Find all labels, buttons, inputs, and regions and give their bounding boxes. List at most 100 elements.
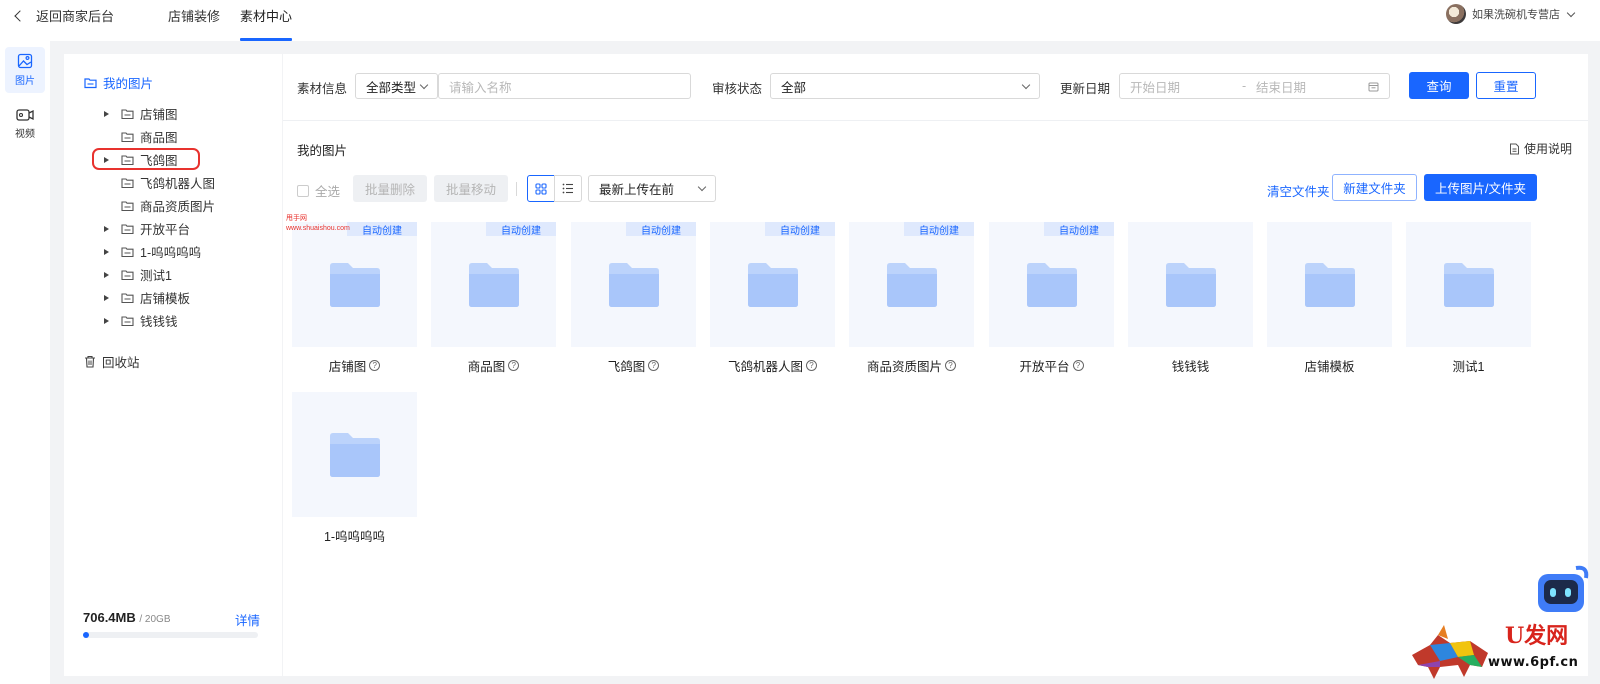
tree-node-label: 测试1 <box>140 269 172 283</box>
folder-thumbnail[interactable] <box>292 392 417 517</box>
material-name-placeholder: 请输入名称 <box>449 80 512 95</box>
sort-select[interactable]: 最新上传在前 <box>588 175 716 202</box>
storage-total: / 20GB <box>139 614 171 625</box>
folder-card[interactable]: 自动创建 飞鸽机器人图? <box>710 222 835 375</box>
auto-created-badge: 自动创建 <box>1044 222 1114 237</box>
folder-card[interactable]: 自动创建 商品资质图片? <box>849 222 974 375</box>
grid-view-button[interactable] <box>527 175 555 202</box>
folder-name-row: 飞鸽图? <box>571 356 696 375</box>
folder-card[interactable]: 1-呜呜呜呜 <box>292 392 417 545</box>
tree-node-shop-template[interactable]: 店铺模板 <box>104 288 190 307</box>
rail-item-images[interactable]: 图片 <box>5 47 45 93</box>
back-label: 返回商家后台 <box>36 9 115 24</box>
tree-node-open-platform[interactable]: 开放平台 <box>104 219 190 238</box>
batch-delete-button[interactable]: 批量删除 <box>353 175 427 202</box>
tree-root-label: 我的图片 <box>103 77 154 91</box>
assistant-bot-icon[interactable] <box>1532 562 1592 622</box>
tree-node-feige-robot-images[interactable]: 飞鸽机器人图 <box>104 173 215 192</box>
back-to-merchant-button[interactable]: 返回商家后台 <box>14 6 115 25</box>
expand-arrow-icon[interactable] <box>104 110 109 117</box>
folder-thumbnail[interactable]: 自动创建 <box>710 222 835 347</box>
expand-arrow-icon[interactable] <box>104 271 109 278</box>
rail-label-videos: 视频 <box>15 129 35 140</box>
watermark-small: 甩手网 www.shuaishou.com <box>286 214 350 234</box>
question-mark-icon[interactable]: ? <box>806 360 817 371</box>
recycle-bin[interactable]: 回收站 <box>84 352 140 371</box>
folder-card[interactable]: 自动创建开放平台? <box>989 222 1114 375</box>
rail-item-videos[interactable]: 视频 <box>5 101 45 147</box>
expand-arrow-icon[interactable] <box>104 248 109 255</box>
image-icon <box>17 53 33 69</box>
tree-node-shop-images[interactable]: 店铺图 <box>104 104 178 123</box>
new-folder-button[interactable]: 新建文件夹 <box>1332 174 1417 201</box>
left-rail: 图片 视频 <box>0 41 50 684</box>
folder-card[interactable]: 店铺模板 <box>1267 222 1392 375</box>
chevron-down-icon <box>419 80 429 90</box>
chevron-down-icon <box>697 182 707 192</box>
list-icon <box>562 183 573 194</box>
expand-arrow-icon[interactable] <box>104 225 109 232</box>
folder-thumbnail[interactable]: 自动创建 <box>292 222 417 347</box>
batch-move-button[interactable]: 批量移动 <box>434 175 508 202</box>
video-icon <box>16 109 34 121</box>
expand-arrow-icon[interactable] <box>104 317 109 324</box>
auto-created-badge: 自动创建 <box>626 222 696 237</box>
tree-node-test1[interactable]: 测试1 <box>104 265 172 284</box>
question-mark-icon[interactable]: ? <box>369 360 381 371</box>
usage-guide-label: 使用说明 <box>1523 142 1572 156</box>
storage-usage: 706.4MB / 20GB 详情 <box>83 610 260 638</box>
auto-created-badge: 自动创建 <box>347 222 417 237</box>
folder-thumbnail[interactable]: 自动创建 <box>849 222 974 347</box>
folder-name: 1-呜呜呜呜 <box>323 530 386 544</box>
folder-card[interactable]: 自动创建飞鸽图? <box>571 222 696 375</box>
date-range-picker[interactable]: 开始日期 - 结束日期 <box>1119 73 1390 99</box>
folder-card[interactable]: 自动创建 店铺图? <box>292 222 417 375</box>
clear-folder-link[interactable]: 清空文件夹 <box>1267 181 1330 200</box>
question-mark-icon[interactable]: ? <box>1072 360 1084 371</box>
folder-thumbnail[interactable] <box>1267 222 1392 347</box>
folder-thumbnail[interactable]: 自动创建 <box>571 222 696 347</box>
material-name-input[interactable]: 请输入名称 <box>438 73 691 99</box>
list-view-button[interactable] <box>554 175 582 202</box>
folder-card[interactable]: 自动创建 商品图? <box>431 222 556 375</box>
folder-icon <box>1304 262 1355 307</box>
select-all-checkbox[interactable]: 全选 <box>297 181 340 200</box>
storage-detail-link[interactable]: 详情 <box>235 610 260 629</box>
review-status-select[interactable]: 全部 <box>770 73 1040 99</box>
tree-root-my-images[interactable]: 我的图片 <box>84 73 153 92</box>
tab-store-decoration[interactable]: 店铺装修 <box>168 6 220 25</box>
folder-card[interactable]: 钱钱钱 <box>1128 222 1253 375</box>
reset-button[interactable]: 重置 <box>1476 72 1536 99</box>
divider <box>283 120 1588 121</box>
tree-node-qianqian[interactable]: 钱钱钱 <box>104 311 178 330</box>
folder-icon <box>1165 262 1216 307</box>
tree-node-qualification-images[interactable]: 商品资质图片 <box>104 196 215 215</box>
tree-node-product-images[interactable]: 商品图 <box>104 127 178 146</box>
folder-card[interactable]: 测试1 <box>1406 222 1531 375</box>
folder-thumbnail[interactable]: 自动创建 <box>989 222 1114 347</box>
folder-icon <box>121 154 134 165</box>
tab-material-center[interactable]: 素材中心 <box>240 6 293 41</box>
material-type-select[interactable]: 全部类型 <box>355 73 438 99</box>
question-mark-icon[interactable]: ? <box>648 360 660 371</box>
folder-name: 开放平台 <box>1019 360 1070 374</box>
query-button[interactable]: 查询 <box>1409 72 1469 99</box>
folder-name: 店铺模板 <box>1304 360 1355 374</box>
chevron-left-icon <box>14 9 26 22</box>
folder-thumbnail[interactable] <box>1128 222 1253 347</box>
folder-thumbnail[interactable] <box>1406 222 1531 347</box>
auto-created-badge: 自动创建 <box>765 222 835 237</box>
expand-arrow-icon[interactable] <box>104 294 109 301</box>
checkbox-box[interactable] <box>297 184 309 197</box>
question-mark-icon[interactable]: ? <box>945 360 956 371</box>
tree-node-feige-images[interactable]: 飞鸽图 <box>104 150 178 169</box>
tree-node-wuwu[interactable]: 1-呜呜呜呜 <box>104 242 201 261</box>
upload-button[interactable]: 上传图片/文件夹 <box>1424 174 1537 201</box>
folder-thumbnail[interactable]: 自动创建 <box>431 222 556 347</box>
expand-arrow-icon[interactable] <box>104 156 109 163</box>
folder-icon <box>121 246 134 257</box>
usage-guide-link[interactable]: 使用说明 <box>1509 140 1572 157</box>
folder-icon <box>84 77 97 88</box>
shop-switcher[interactable]: 如果洗碗机专营店 <box>1446 4 1576 24</box>
question-mark-icon[interactable]: ? <box>508 360 520 371</box>
